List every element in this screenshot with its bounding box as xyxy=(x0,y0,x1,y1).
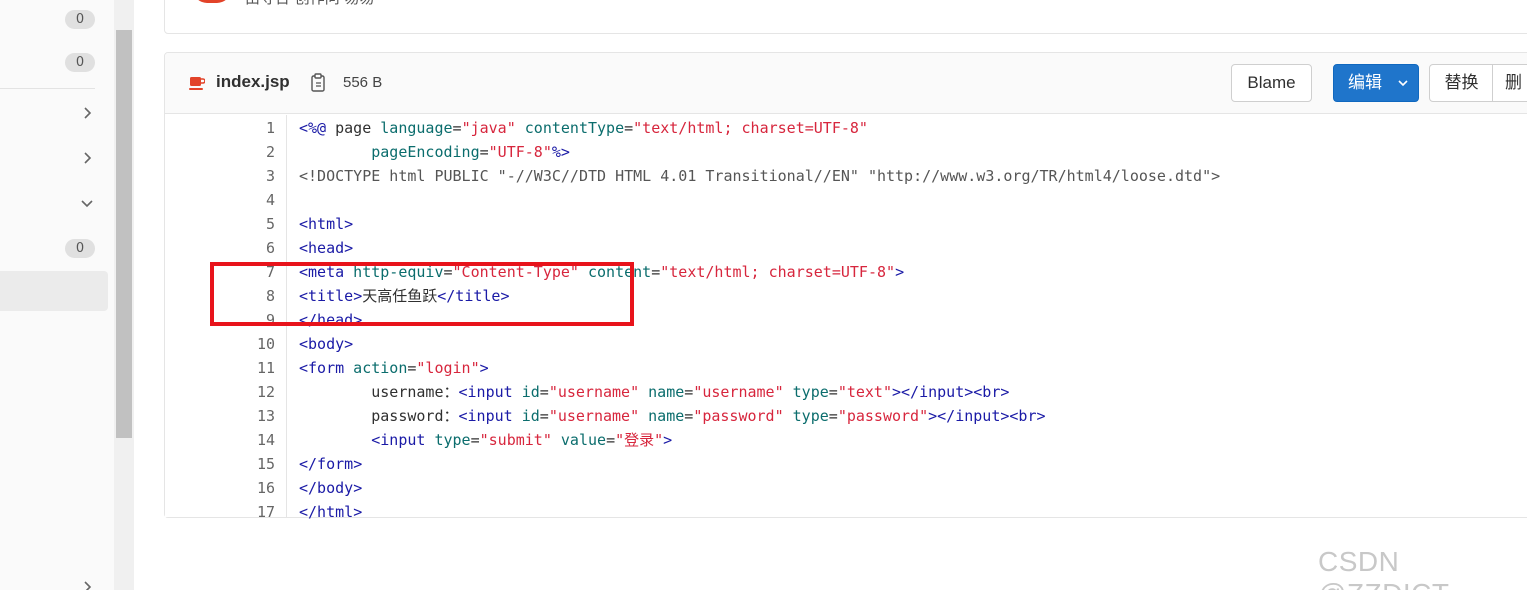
delete-button[interactable]: 删 xyxy=(1492,64,1527,102)
code-line: <%@ page language="java" contentType="te… xyxy=(299,119,868,137)
line-number[interactable]: 11 xyxy=(257,356,275,380)
line-number[interactable]: 10 xyxy=(257,332,275,356)
chevron-right-icon[interactable] xyxy=(80,106,94,120)
line-number[interactable]: 2 xyxy=(266,140,275,164)
code-line: <form action="login"> xyxy=(299,359,489,377)
line-number[interactable]: 1 xyxy=(266,116,275,140)
edit-button-label: 编辑 xyxy=(1348,73,1382,93)
line-number[interactable]: 16 xyxy=(257,476,275,500)
code-line: </html> xyxy=(299,503,363,521)
edit-dropdown-button[interactable]: 编辑 xyxy=(1333,64,1419,102)
line-number[interactable]: 6 xyxy=(266,236,275,260)
code-line: <body> xyxy=(299,335,354,353)
java-file-icon xyxy=(189,77,205,90)
line-number[interactable]: 5 xyxy=(266,212,275,236)
code-line: username：<input id="username" name="user… xyxy=(299,383,1010,401)
line-number[interactable]: 12 xyxy=(257,380,275,404)
count-badge: 0 xyxy=(65,10,95,29)
line-number[interactable]: 14 xyxy=(257,428,275,452)
sidebar-divider xyxy=(0,88,95,89)
code-line: <head> xyxy=(299,239,354,257)
code-line: <input type="submit" value="登录"> xyxy=(371,431,673,449)
scrollbar-thumb[interactable] xyxy=(116,30,132,438)
code-line: <html> xyxy=(299,215,354,233)
line-number[interactable]: 13 xyxy=(257,404,275,428)
code-line: <!DOCTYPE html PUBLIC "-//W3C//DTD HTML … xyxy=(299,167,1221,185)
blame-button[interactable]: Blame xyxy=(1231,64,1312,102)
annotation-highlight-box xyxy=(210,262,634,326)
code-line: </body> xyxy=(299,479,363,497)
line-number[interactable]: 3 xyxy=(266,164,275,188)
code-line: password：<input id="username" name="pass… xyxy=(299,407,1046,425)
sidebar-item-active[interactable] xyxy=(0,271,108,311)
watermark: CSDN @ZZDICT xyxy=(1318,546,1449,590)
code-line: </form> xyxy=(299,455,363,473)
chevron-right-icon[interactable] xyxy=(80,151,94,165)
line-number[interactable]: 15 xyxy=(257,452,275,476)
chevron-down-icon[interactable] xyxy=(80,196,94,210)
chevron-down-icon xyxy=(1398,80,1408,87)
avatar xyxy=(193,0,231,3)
commit-author-text: 由寻台 创作问 易易 xyxy=(245,0,375,8)
commit-info-card: 由寻台 创作问 易易 xyxy=(164,0,1527,34)
code-line: pageEncoding="UTF-8"%> xyxy=(362,143,570,161)
file-size: 556 B xyxy=(343,74,383,91)
file-name: index.jsp xyxy=(216,72,290,91)
line-number[interactable]: 4 xyxy=(266,188,275,212)
count-badge: 0 xyxy=(65,53,95,72)
chevron-right-icon[interactable] xyxy=(80,580,94,590)
file-header: index.jsp 556 B Blame 编辑 替换 删 xyxy=(165,53,1527,114)
replace-button[interactable]: 替换 xyxy=(1429,64,1494,102)
copy-icon[interactable] xyxy=(310,73,326,92)
count-badge: 0 xyxy=(65,239,95,258)
line-number[interactable]: 17 xyxy=(257,500,275,524)
